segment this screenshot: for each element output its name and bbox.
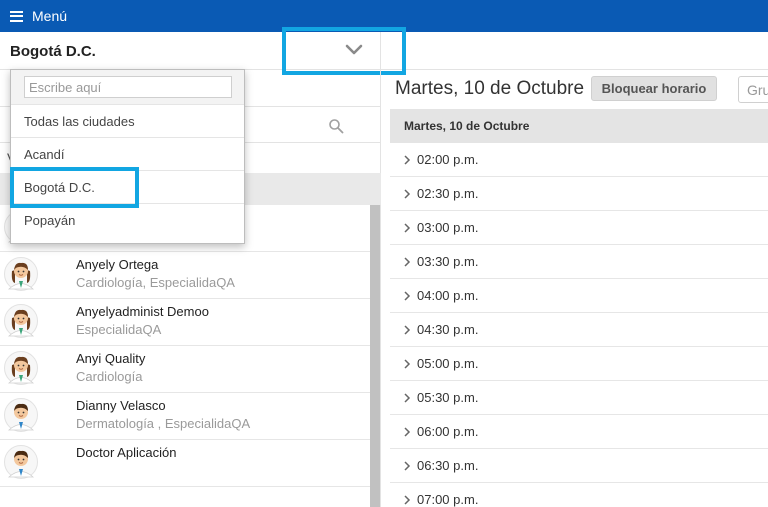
time-slot-label: 06:30 p.m. bbox=[417, 458, 479, 473]
chevron-right-icon[interactable] bbox=[403, 188, 411, 199]
doctor-row[interactable]: Anyi Quality Cardiología bbox=[0, 346, 370, 393]
city-search-input[interactable] bbox=[24, 76, 232, 98]
city-dropdown: Todas las ciudadesAcandíBogotá D.C.Popay… bbox=[10, 69, 245, 244]
city-dropdown-search-wrap bbox=[11, 70, 244, 105]
time-slot-row[interactable]: 07:00 p.m. bbox=[390, 483, 768, 507]
time-slot-label: 04:00 p.m. bbox=[417, 288, 479, 303]
time-slot-label: 02:00 p.m. bbox=[417, 152, 479, 167]
doctor-specialty: EspecialidaQA bbox=[76, 322, 162, 337]
time-slot-list: Martes, 10 de Octubre 02:00 p.m. 02:30 p.… bbox=[390, 109, 768, 507]
chevron-right-icon[interactable] bbox=[403, 392, 411, 403]
time-slot-row[interactable]: 06:00 p.m. bbox=[390, 415, 768, 449]
female-doctor-avatar-icon bbox=[4, 257, 38, 291]
chevron-right-icon[interactable] bbox=[403, 460, 411, 471]
chevron-right-icon[interactable] bbox=[403, 426, 411, 437]
male-doctor-avatar-icon bbox=[4, 445, 38, 479]
doctor-list-scrollbar[interactable] bbox=[370, 205, 380, 507]
time-slot-label: 05:00 p.m. bbox=[417, 356, 479, 371]
doctor-row[interactable]: Doctor Aplicación bbox=[0, 440, 370, 487]
time-slot-list-header: Martes, 10 de Octubre bbox=[390, 109, 768, 143]
block-schedule-button[interactable]: Bloquear horario bbox=[591, 76, 717, 101]
chevron-right-icon[interactable] bbox=[403, 324, 411, 335]
doctor-list: Andrés GuardiasTerapia FísicaAnyely Orte… bbox=[0, 205, 370, 507]
city-option-highlight-box bbox=[10, 167, 139, 208]
time-slot-row[interactable]: 02:30 p.m. bbox=[390, 177, 768, 211]
chevron-right-icon[interactable] bbox=[403, 222, 411, 233]
time-slot-label: 07:00 p.m. bbox=[417, 492, 479, 507]
time-slot-label: 06:00 p.m. bbox=[417, 424, 479, 439]
doctor-row[interactable]: Anyelyadminist Demoo EspecialidaQA bbox=[0, 299, 370, 346]
doctor-name: Anyi Quality bbox=[76, 351, 146, 366]
time-slot-label: 05:30 p.m. bbox=[417, 390, 479, 405]
time-slot-label: 04:30 p.m. bbox=[417, 322, 479, 337]
chevron-right-icon[interactable] bbox=[403, 358, 411, 369]
time-slot-row[interactable]: 06:30 p.m. bbox=[390, 449, 768, 483]
female-doctor-avatar-icon bbox=[4, 304, 38, 338]
city-option[interactable]: Popayán bbox=[11, 204, 244, 237]
time-slot-row[interactable]: 04:00 p.m. bbox=[390, 279, 768, 313]
time-slot-row[interactable]: 05:30 p.m. bbox=[390, 381, 768, 415]
time-slot-row[interactable]: 03:00 p.m. bbox=[390, 211, 768, 245]
chevron-right-icon[interactable] bbox=[403, 256, 411, 267]
female-doctor-avatar-icon bbox=[4, 351, 38, 385]
selected-city-label[interactable]: Bogotá D.C. bbox=[10, 43, 96, 60]
time-slots: 02:00 p.m. 02:30 p.m. 03:00 p.m. 03:30 p.m.… bbox=[390, 143, 768, 507]
group-input[interactable] bbox=[738, 76, 768, 103]
schedule-panel: Martes, 10 de Octubre Bloquear horario M… bbox=[381, 70, 768, 507]
chevron-right-icon[interactable] bbox=[403, 290, 411, 301]
search-icon[interactable] bbox=[328, 118, 344, 134]
time-slot-label: 03:00 p.m. bbox=[417, 220, 479, 235]
time-slot-row[interactable]: 04:30 p.m. bbox=[390, 313, 768, 347]
doctor-name: Anyely Ortega bbox=[76, 257, 159, 272]
doctor-name: Dianny Velasco bbox=[76, 398, 166, 413]
schedule-date-title: Martes, 10 de Octubre bbox=[395, 78, 585, 99]
city-option[interactable]: Todas las ciudades bbox=[11, 105, 244, 138]
doctor-specialty: Dermatología , EspecialidaQA bbox=[76, 416, 251, 431]
doctor-name: Doctor Aplicación bbox=[76, 445, 177, 460]
chevron-right-icon[interactable] bbox=[403, 494, 411, 505]
chevron-right-icon[interactable] bbox=[403, 154, 411, 165]
doctor-name: Anyelyadminist Demoo bbox=[76, 304, 209, 319]
time-slot-label: 03:30 p.m. bbox=[417, 254, 479, 269]
doctor-specialty: Cardiología bbox=[76, 369, 143, 384]
time-slot-row[interactable]: 05:00 p.m. bbox=[390, 347, 768, 381]
doctor-row[interactable]: Dianny Velasco Dermatología , Especialida… bbox=[0, 393, 370, 440]
hamburger-menu-icon[interactable] bbox=[10, 10, 23, 22]
chevron-highlight-box bbox=[282, 27, 406, 75]
menu-label[interactable]: Menú bbox=[32, 8, 67, 24]
doctor-row[interactable]: Anyely Ortega Cardiología, EspecialidaQA bbox=[0, 252, 370, 299]
doctor-specialty: Cardiología, EspecialidaQA bbox=[76, 275, 235, 290]
male-doctor-avatar-icon bbox=[4, 398, 38, 432]
time-slot-row[interactable]: 03:30 p.m. bbox=[390, 245, 768, 279]
time-slot-label: 02:30 p.m. bbox=[417, 186, 479, 201]
time-slot-row[interactable]: 02:00 p.m. bbox=[390, 143, 768, 177]
